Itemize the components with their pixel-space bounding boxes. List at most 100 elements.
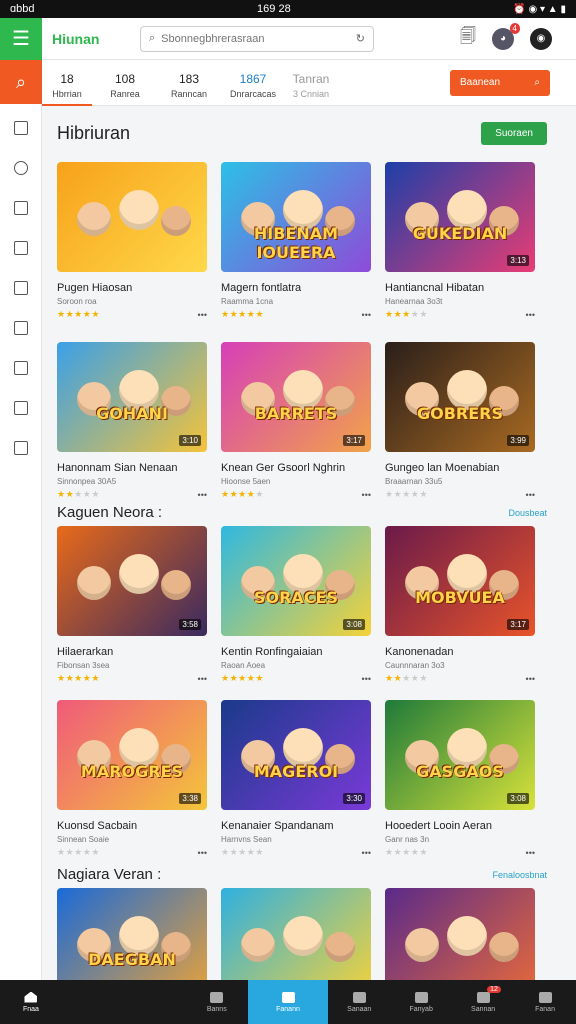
star-icon: ★ xyxy=(91,673,100,683)
tab-1[interactable]: 108 Ranrea xyxy=(92,60,158,106)
game-card[interactable]: HIBENAM IOUEERA Magern fontlatra Raamma 1c… xyxy=(221,162,371,320)
game-thumbnail[interactable]: GASGAOS 3:08 xyxy=(385,700,535,810)
game-card[interactable]: DAEGBAN xyxy=(57,888,207,980)
more-options-icon[interactable]: ••• xyxy=(198,848,207,858)
sidebar-item-book[interactable] xyxy=(0,308,42,348)
tab-4[interactable]: Tanran 3 Cnnian xyxy=(286,60,336,106)
refresh-icon[interactable]: ↻ xyxy=(356,32,365,45)
game-card[interactable]: GOHANI 3:10 Hanonnam Sian Nenaan Sinnonpea … xyxy=(57,342,207,500)
bookmark-icon[interactable]: 🗐 xyxy=(460,25,476,52)
game-subtitle: Harnvns Sean xyxy=(221,835,272,844)
sidebar-item-square[interactable] xyxy=(0,108,42,148)
character-figure xyxy=(119,554,159,594)
game-thumbnail[interactable]: MOBVUEA 3:17 xyxy=(385,526,535,636)
star-icon: ★ xyxy=(255,489,264,499)
game-subtitle: Sinnean Soaie xyxy=(57,835,110,844)
more-options-icon[interactable]: ••• xyxy=(362,674,371,684)
game-card[interactable]: GUKEDIAN 3:13 Hantiancnal Hibatan Hanearnaa… xyxy=(385,162,535,320)
search-input[interactable] xyxy=(161,32,350,45)
more-options-icon[interactable]: ••• xyxy=(362,848,371,858)
game-title[interactable]: Hooedert Looin Aeran xyxy=(385,820,535,832)
game-title[interactable]: Knean Ger Gsoorl Nghrin xyxy=(221,462,371,474)
game-card[interactable] xyxy=(385,888,535,980)
duration-badge: 3:10 xyxy=(179,435,201,446)
bottom-nav-item[interactable]: Fanan xyxy=(514,980,576,1024)
bottom-nav-item[interactable]: Fnaa xyxy=(0,980,62,1024)
game-card[interactable]: 3:58 Hilaerarkan Fibonsan 3sea ★★★★★ ••• xyxy=(57,526,207,684)
tab-2[interactable]: 183 Ranncan xyxy=(158,60,220,106)
more-options-icon[interactable]: ••• xyxy=(526,490,535,500)
more-options-icon[interactable]: ••• xyxy=(526,674,535,684)
game-thumbnail[interactable]: MAROGRES 3:38 xyxy=(57,700,207,810)
more-options-icon[interactable]: ••• xyxy=(198,310,207,320)
bottom-nav-item[interactable]: Sanaan xyxy=(328,980,390,1024)
game-thumbnail[interactable]: SORACES 3:08 xyxy=(221,526,371,636)
more-options-icon[interactable]: ••• xyxy=(362,490,371,500)
game-thumbnail[interactable] xyxy=(57,162,207,272)
sidebar-item-edit[interactable] xyxy=(0,268,42,308)
primary-action-button[interactable]: Baanean ⌕ xyxy=(450,69,550,96)
game-title[interactable]: Hilaerarkan xyxy=(57,646,207,658)
game-card[interactable]: SORACES 3:08 Kentin Ronfingaiaian Raoan Aoe… xyxy=(221,526,371,684)
sidebar-item-box[interactable] xyxy=(0,428,42,468)
game-thumbnail[interactable]: BARRETS 3:17 xyxy=(221,342,371,452)
game-title[interactable]: Magern fontlatra xyxy=(221,282,371,294)
game-title[interactable]: Kanonenadan xyxy=(385,646,535,658)
user-avatar[interactable]: ◉ xyxy=(530,27,552,50)
more-options-icon[interactable]: ••• xyxy=(526,848,535,858)
duration-badge: 3:17 xyxy=(507,619,529,630)
game-title[interactable]: Kuonsd Sacbain xyxy=(57,820,207,832)
more-options-icon[interactable]: ••• xyxy=(362,310,371,320)
game-thumbnail[interactable]: HIBENAM IOUEERA xyxy=(221,162,371,272)
game-card[interactable] xyxy=(221,888,371,980)
bottom-nav-item[interactable]: Fanyab xyxy=(390,980,452,1024)
game-card[interactable]: MAROGRES 3:38 Kuonsd Sacbain Sinnean Soaie ★… xyxy=(57,700,207,858)
star-icon: ★ xyxy=(229,847,239,857)
sidebar-item-clock[interactable] xyxy=(0,148,42,188)
tab-0[interactable]: 18 Hbrrian xyxy=(42,60,92,106)
game-title[interactable]: Pugen Hiaosan xyxy=(57,282,207,294)
game-title[interactable]: Kentin Ronfingaiaian xyxy=(221,646,371,658)
notifications-avatar[interactable]: ◕ 4 xyxy=(492,22,520,50)
game-thumbnail[interactable] xyxy=(385,888,535,980)
game-title[interactable]: Kenanaier Spandanam xyxy=(221,820,371,832)
card-meta: ★★★★★ ••• xyxy=(385,673,535,684)
game-thumbnail[interactable]: MAGEROI 3:30 xyxy=(221,700,371,810)
game-thumbnail[interactable]: GUKEDIAN 3:13 xyxy=(385,162,535,272)
game-thumbnail[interactable]: GOBRERS 3:99 xyxy=(385,342,535,452)
game-card[interactable]: MOBVUEA 3:17 Kanonenadan Caunnnaran 3o3 ★★★★… xyxy=(385,526,535,684)
tab-3[interactable]: 1867 Dnrarcacas xyxy=(220,60,286,106)
more-options-icon[interactable]: ••• xyxy=(526,310,535,320)
sidebar-search-button[interactable]: ⌕ xyxy=(0,60,42,104)
star-icon: ★ xyxy=(255,309,264,319)
bottom-nav-item[interactable]: Sannan 12 xyxy=(452,980,514,1024)
duration-badge: 3:13 xyxy=(507,255,529,266)
game-thumbnail[interactable]: GOHANI 3:10 xyxy=(57,342,207,452)
game-title[interactable]: Gungeo lan Moenabian xyxy=(385,462,535,474)
bottom-nav-item[interactable]: Fanann xyxy=(247,980,329,1024)
game-card[interactable]: MAGEROI 3:30 Kenanaier Spandanam Harnvns Se… xyxy=(221,700,371,858)
sidebar-item-ticket[interactable] xyxy=(0,188,42,228)
section-button[interactable]: Suoraen xyxy=(481,122,547,145)
game-card[interactable]: BARRETS 3:17 Knean Ger Gsoorl Nghrin Hioons… xyxy=(221,342,371,500)
more-options-icon[interactable]: ••• xyxy=(198,490,207,500)
game-card[interactable]: Pugen Hiaosan Soroon roa ★★★★★ ••• xyxy=(57,162,207,320)
game-title[interactable]: Hanonnam Sian Nenaan xyxy=(57,462,207,474)
sidebar-item-calendar[interactable] xyxy=(0,348,42,388)
bottom-nav-item[interactable] xyxy=(62,980,186,1024)
search-bar[interactable]: ⌕ ↻ xyxy=(140,25,374,52)
sidebar-item-document[interactable] xyxy=(0,388,42,428)
game-thumbnail[interactable]: 3:58 xyxy=(57,526,207,636)
bottom-nav-item[interactable]: Banns xyxy=(186,980,248,1024)
game-card[interactable]: GOBRERS 3:99 Gungeo lan Moenabian Braaarnan… xyxy=(385,342,535,500)
game-thumbnail[interactable] xyxy=(221,888,371,980)
section-link[interactable]: Dousbeat xyxy=(508,508,547,518)
game-thumbnail[interactable]: DAEGBAN xyxy=(57,888,207,980)
section-link[interactable]: Fenaloosbnat xyxy=(492,870,547,880)
sidebar-item-search-doc[interactable] xyxy=(0,228,42,268)
bottom-nav-label: Fanann xyxy=(276,1005,300,1013)
game-card[interactable]: GASGAOS 3:08 Hooedert Looin Aeran Ganr nas … xyxy=(385,700,535,858)
game-title[interactable]: Hantiancnal Hibatan xyxy=(385,282,535,294)
more-options-icon[interactable]: ••• xyxy=(198,674,207,684)
menu-button[interactable]: ☰ xyxy=(0,17,42,60)
